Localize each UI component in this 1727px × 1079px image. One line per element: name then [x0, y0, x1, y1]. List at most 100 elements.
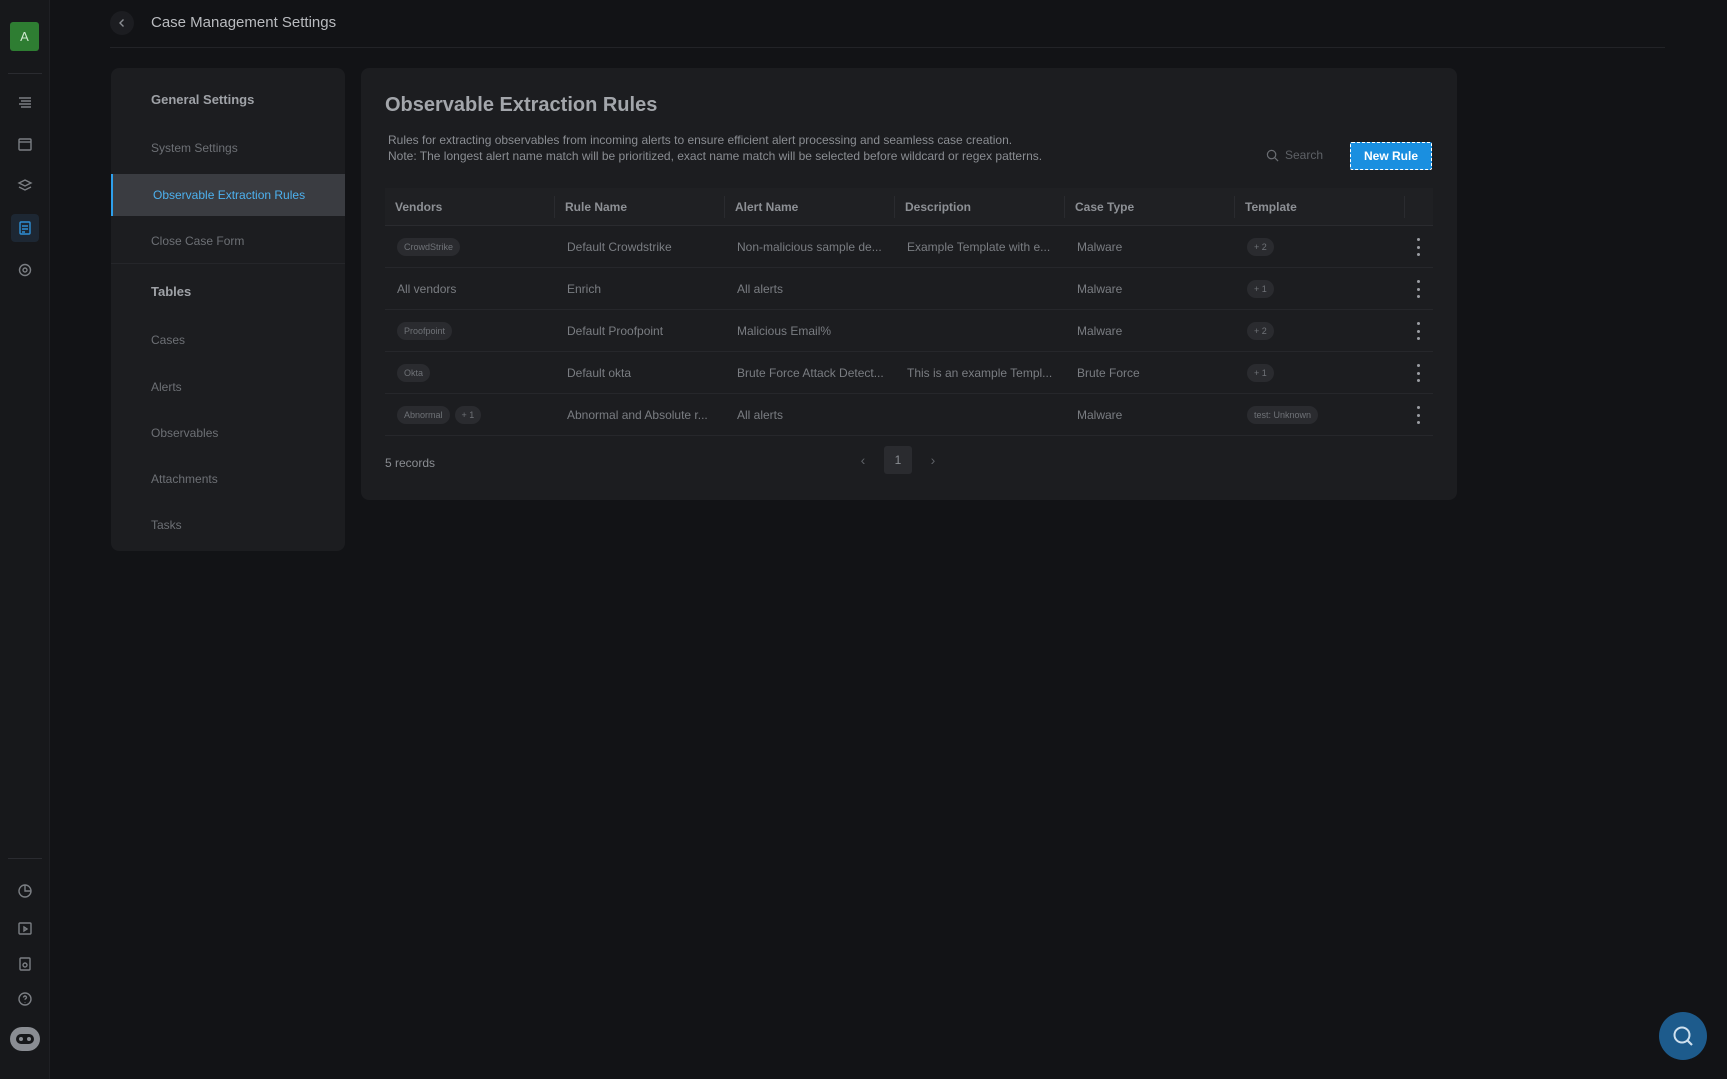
nav-item-close-case-form[interactable]: Close Case Form	[111, 220, 345, 262]
alert-name-cell: Non-malicious sample de...	[737, 240, 882, 254]
help-search-button[interactable]	[1659, 1012, 1707, 1060]
new-rule-button[interactable]: New Rule	[1350, 142, 1432, 170]
template-tag: + 1	[1247, 280, 1274, 298]
settings-icon[interactable]	[11, 256, 39, 284]
nav-section-general-settings[interactable]: General Settings	[111, 78, 345, 120]
template-cell: + 2	[1235, 310, 1405, 352]
case-type-cell: Malware	[1077, 240, 1123, 254]
rule-name-cell: Default Proofpoint	[567, 324, 664, 338]
column-separator	[1404, 196, 1405, 218]
play-box-icon[interactable]	[11, 914, 39, 942]
template-tag: + 2	[1247, 322, 1274, 340]
vendor-cell: Okta	[385, 352, 555, 394]
nav-item-tasks[interactable]: Tasks	[111, 504, 345, 546]
vendor-tag: Proofpoint	[397, 322, 453, 340]
magnifier-chat-icon	[1673, 1026, 1693, 1046]
column-header-case-type[interactable]: Case Type	[1065, 188, 1134, 226]
left-rail: A	[0, 0, 50, 1079]
vendor-extra-tag: + 1	[454, 406, 482, 424]
column-header-alert-name[interactable]: Alert Name	[725, 188, 798, 226]
template-cell: + 1	[1235, 352, 1405, 394]
description-cell	[895, 310, 1055, 352]
alert-name-cell: Brute Force Attack Detect...	[737, 366, 884, 380]
vendor-tag: Abnormal	[397, 406, 450, 424]
row-more-icon[interactable]	[1415, 238, 1421, 256]
row-more-icon[interactable]	[1415, 280, 1421, 298]
table-row[interactable]: CrowdStrike Default Crowdstrike Non-mali…	[385, 226, 1433, 268]
cases-icon[interactable]	[11, 214, 39, 242]
column-header-rule-name[interactable]: Rule Name	[555, 188, 627, 226]
prev-page-icon[interactable]: ‹	[856, 452, 870, 468]
case-type-cell: Malware	[1077, 324, 1123, 338]
nav-item-observable-extraction-rules[interactable]: Observable Extraction Rules	[111, 174, 345, 216]
nav-divider	[111, 263, 345, 264]
nav-section-tables: Tables	[151, 283, 192, 299]
report-icon[interactable]	[11, 950, 39, 978]
vendor-tag: Okta	[397, 364, 431, 382]
column-header-vendors[interactable]: Vendors	[385, 188, 442, 226]
help-icon[interactable]	[11, 985, 39, 1013]
pagination: ‹ 1 ›	[856, 446, 940, 474]
chevron-left-icon	[119, 19, 124, 27]
back-button[interactable]	[110, 11, 134, 35]
settings-nav: General Settings System Settings Observa…	[111, 68, 345, 551]
page-number[interactable]: 1	[884, 446, 912, 474]
row-more-icon[interactable]	[1415, 322, 1421, 340]
case-type-cell: Brute Force	[1077, 366, 1140, 380]
rules-table: Vendors Rule Name Alert Name Description…	[385, 188, 1433, 436]
header-divider	[110, 47, 1665, 48]
template-tag: + 2	[1247, 238, 1274, 256]
row-more-icon[interactable]	[1415, 406, 1421, 424]
records-count: 5 records	[385, 456, 436, 470]
description-cell: This is an example Templ...	[907, 366, 1053, 380]
template-tag: test: Unknown	[1247, 406, 1319, 424]
pie-chart-icon[interactable]	[11, 877, 39, 905]
card-description: Rules for extracting observables from in…	[388, 132, 1042, 164]
template-cell: test: Unknown	[1235, 394, 1405, 436]
column-header-description[interactable]: Description	[895, 188, 971, 226]
layers-icon[interactable]	[11, 172, 39, 200]
template-cell: + 2	[1235, 226, 1405, 268]
assistant-bot-icon[interactable]	[10, 1027, 40, 1051]
description-note: Note: The longest alert name match will …	[388, 149, 1043, 163]
search-input[interactable]: Search	[1285, 148, 1323, 162]
alert-name-cell: All alerts	[737, 282, 784, 296]
table-row[interactable]: Proofpoint Default Proofpoint Malicious …	[385, 310, 1433, 352]
alert-name-cell: Malicious Email%	[737, 324, 832, 338]
rail-divider	[8, 858, 42, 859]
page-title: Case Management Settings	[151, 14, 337, 31]
avatar[interactable]: A	[10, 22, 39, 51]
calendar-icon[interactable]	[11, 130, 39, 158]
vendor-cell: Proofpoint	[385, 310, 555, 352]
nav-item-observables[interactable]: Observables	[111, 412, 345, 454]
search-icon	[1266, 149, 1279, 161]
table-header: Vendors Rule Name Alert Name Description…	[385, 188, 1433, 226]
vendor-cell: All vendors	[397, 282, 457, 296]
case-type-cell: Malware	[1077, 408, 1123, 422]
alert-name-cell: All alerts	[737, 408, 784, 422]
nav-item-alerts[interactable]: Alerts	[111, 366, 345, 408]
template-cell: + 1	[1235, 268, 1405, 310]
search-box[interactable]: Search	[1266, 148, 1323, 162]
vendor-cell: CrowdStrike	[385, 226, 555, 268]
description-cell: Example Template with e...	[907, 240, 1051, 254]
table-row[interactable]: Abnormal + 1 Abnormal and Absolute r... A…	[385, 394, 1433, 436]
list-icon[interactable]	[11, 89, 39, 117]
nav-item-cases[interactable]: Cases	[111, 319, 345, 361]
extraction-rules-card: Observable Extraction Rules Rules for ex…	[361, 68, 1457, 500]
table-row[interactable]: Okta Default okta Brute Force Attack Det…	[385, 352, 1433, 394]
vendor-cell: Abnormal + 1	[385, 394, 555, 436]
template-tag: + 1	[1247, 364, 1274, 382]
nav-item-attachments[interactable]: Attachments	[111, 458, 345, 500]
rule-name-cell: Abnormal and Absolute r...	[567, 408, 708, 422]
description-cell	[895, 268, 1055, 310]
nav-item-system-settings[interactable]: System Settings	[111, 127, 345, 169]
next-page-icon[interactable]: ›	[926, 452, 940, 468]
rule-name-cell: Default Crowdstrike	[567, 240, 672, 254]
rule-name-cell: Default okta	[567, 366, 632, 380]
description-line: Rules for extracting observables from in…	[388, 133, 1013, 147]
description-cell	[895, 394, 1055, 436]
row-more-icon[interactable]	[1415, 364, 1421, 382]
column-header-template[interactable]: Template	[1235, 188, 1297, 226]
table-row[interactable]: All vendors Enrich All alerts Malware + …	[385, 268, 1433, 310]
